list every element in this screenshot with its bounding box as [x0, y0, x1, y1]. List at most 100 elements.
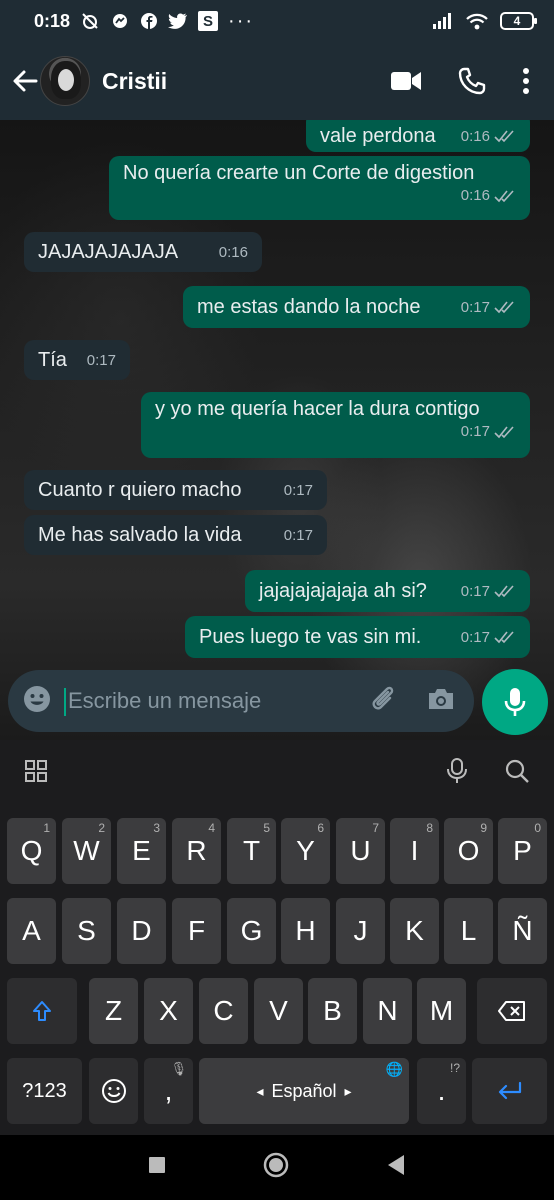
message-bubble[interactable]: JAJAJAJAJAJA 0:16 [24, 232, 262, 272]
phone-icon [458, 67, 486, 95]
keyboard-search-icon[interactable] [504, 758, 530, 789]
message-bubble[interactable]: Pues luego te vas sin mi. 0:17 [185, 616, 530, 658]
more-vertical-icon [523, 68, 529, 94]
voice-record-button[interactable] [482, 669, 548, 735]
message-time: 0:17 [460, 582, 490, 600]
keyboard: 1Q 2W 3E 4R 5T 6Y 7U 8I 9O 0P A S D F G … [0, 740, 554, 1135]
key-z[interactable]: Z [89, 978, 138, 1044]
key-n[interactable]: N [363, 978, 412, 1044]
emoji-icon[interactable] [22, 684, 52, 719]
facebook-icon [140, 12, 158, 30]
attach-icon[interactable] [368, 684, 398, 719]
key-s[interactable]: S [62, 898, 111, 964]
key-b[interactable]: B [308, 978, 357, 1044]
key-c[interactable]: C [199, 978, 248, 1044]
message-bubble[interactable]: Me has salvado la vida 0:17 [24, 515, 327, 555]
contact-name[interactable]: Cristii [102, 68, 167, 95]
double-check-icon [494, 425, 514, 438]
message-bubble[interactable]: vale perdona 0:16 [306, 120, 530, 152]
key-t[interactable]: 5T [227, 818, 276, 884]
key-q[interactable]: 1Q [7, 818, 56, 884]
double-check-icon [494, 585, 514, 598]
contact-avatar[interactable] [40, 56, 90, 106]
triangle-back-icon [388, 1155, 404, 1175]
keyboard-voice-icon[interactable] [446, 757, 468, 790]
message-time: 0:17 [460, 423, 490, 440]
emoji-key[interactable] [89, 1058, 138, 1124]
shift-arrow-icon [33, 1001, 51, 1021]
battery-indicator: 4 [500, 12, 537, 30]
backspace-key[interactable] [477, 978, 547, 1044]
key-e[interactable]: 3E [117, 818, 166, 884]
message-time: 0:17 [283, 481, 313, 499]
enter-icon [498, 1081, 521, 1100]
key-i[interactable]: 8I [390, 818, 439, 884]
message-bubble[interactable]: Tía 0:17 [24, 340, 130, 380]
key-m[interactable]: M [417, 978, 466, 1044]
back-button[interactable] [10, 61, 40, 101]
symbols-key[interactable]: ?123 [7, 1058, 82, 1124]
message-time: 0:17 [86, 351, 116, 369]
period-key[interactable]: !? . [417, 1058, 466, 1124]
recents-button[interactable] [148, 1156, 166, 1179]
key-o[interactable]: 9O [444, 818, 493, 884]
key-d[interactable]: D [117, 898, 166, 964]
shift-key[interactable] [7, 978, 77, 1044]
key-p[interactable]: 0P [498, 818, 547, 884]
message-text: y yo me quería hacer la dura contigo [155, 398, 480, 420]
wifi-icon [466, 13, 488, 30]
key-l[interactable]: L [444, 898, 493, 964]
key-g[interactable]: G [227, 898, 276, 964]
double-check-icon [494, 301, 514, 314]
camera-icon[interactable] [426, 686, 456, 717]
message-bubble[interactable]: jajajajajajaja ah si? 0:17 [245, 570, 530, 612]
key-x[interactable]: X [144, 978, 193, 1044]
message-time: 0:17 [460, 628, 490, 646]
message-text: me estas dando la noche [197, 295, 421, 318]
double-check-icon [494, 631, 514, 644]
key-y[interactable]: 6Y [281, 818, 330, 884]
signal-icon [432, 13, 454, 29]
back-nav-button[interactable] [386, 1154, 406, 1181]
message-bubble[interactable]: Cuanto r quiero macho 0:17 [24, 470, 327, 510]
message-bubble[interactable]: me estas dando la noche 0:17 [183, 286, 530, 328]
message-bubble[interactable]: No quería crearte un Corte de digestion … [109, 156, 530, 220]
key-w[interactable]: 2W [62, 818, 111, 884]
comma-mic-hint-icon: 🎙 [170, 1061, 187, 1076]
voice-call-button[interactable] [458, 67, 486, 95]
key-a[interactable]: A [7, 898, 56, 964]
message-time: 0:17 [283, 526, 313, 544]
key-k[interactable]: K [390, 898, 439, 964]
key-enye[interactable]: Ñ [498, 898, 547, 964]
message-text: Cuanto r quiero macho [38, 478, 242, 501]
space-key[interactable]: 🌐 ◂ Español ▸ [199, 1058, 409, 1124]
comma-key[interactable]: 🎙 , [144, 1058, 193, 1124]
key-v[interactable]: V [254, 978, 303, 1044]
key-h[interactable]: H [281, 898, 330, 964]
apps-grid-icon[interactable] [24, 759, 48, 788]
enter-key[interactable] [472, 1058, 547, 1124]
home-circle-icon [263, 1152, 289, 1178]
key-r[interactable]: 4R [172, 818, 221, 884]
status-time: 0:18 [34, 10, 71, 31]
microphone-icon [504, 688, 526, 716]
navigation-bar [0, 1135, 554, 1200]
video-camera-icon [391, 72, 421, 90]
menu-button[interactable] [522, 68, 530, 94]
key-u[interactable]: 7U [336, 818, 385, 884]
message-text: jajajajajajaja ah si? [259, 579, 427, 602]
key-j[interactable]: J [336, 898, 385, 964]
chat-area[interactable]: vale perdona 0:16 No quería crearte un C… [0, 120, 554, 740]
message-text: Me has salvado la vida [38, 523, 242, 546]
message-bubble[interactable]: y yo me quería hacer la dura contigo 0:1… [141, 392, 530, 458]
s-app-icon: S [198, 11, 219, 31]
video-call-button[interactable] [390, 70, 422, 92]
chat-header: Cristii [0, 42, 554, 120]
message-input-bar: Escribe un mensaje [8, 670, 474, 732]
key-f[interactable]: F [172, 898, 221, 964]
message-text: vale perdona [320, 124, 436, 147]
twitter-icon [168, 12, 188, 30]
double-check-icon [494, 189, 514, 202]
home-button[interactable] [262, 1151, 290, 1184]
message-input[interactable]: Escribe un mensaje [63, 688, 261, 716]
